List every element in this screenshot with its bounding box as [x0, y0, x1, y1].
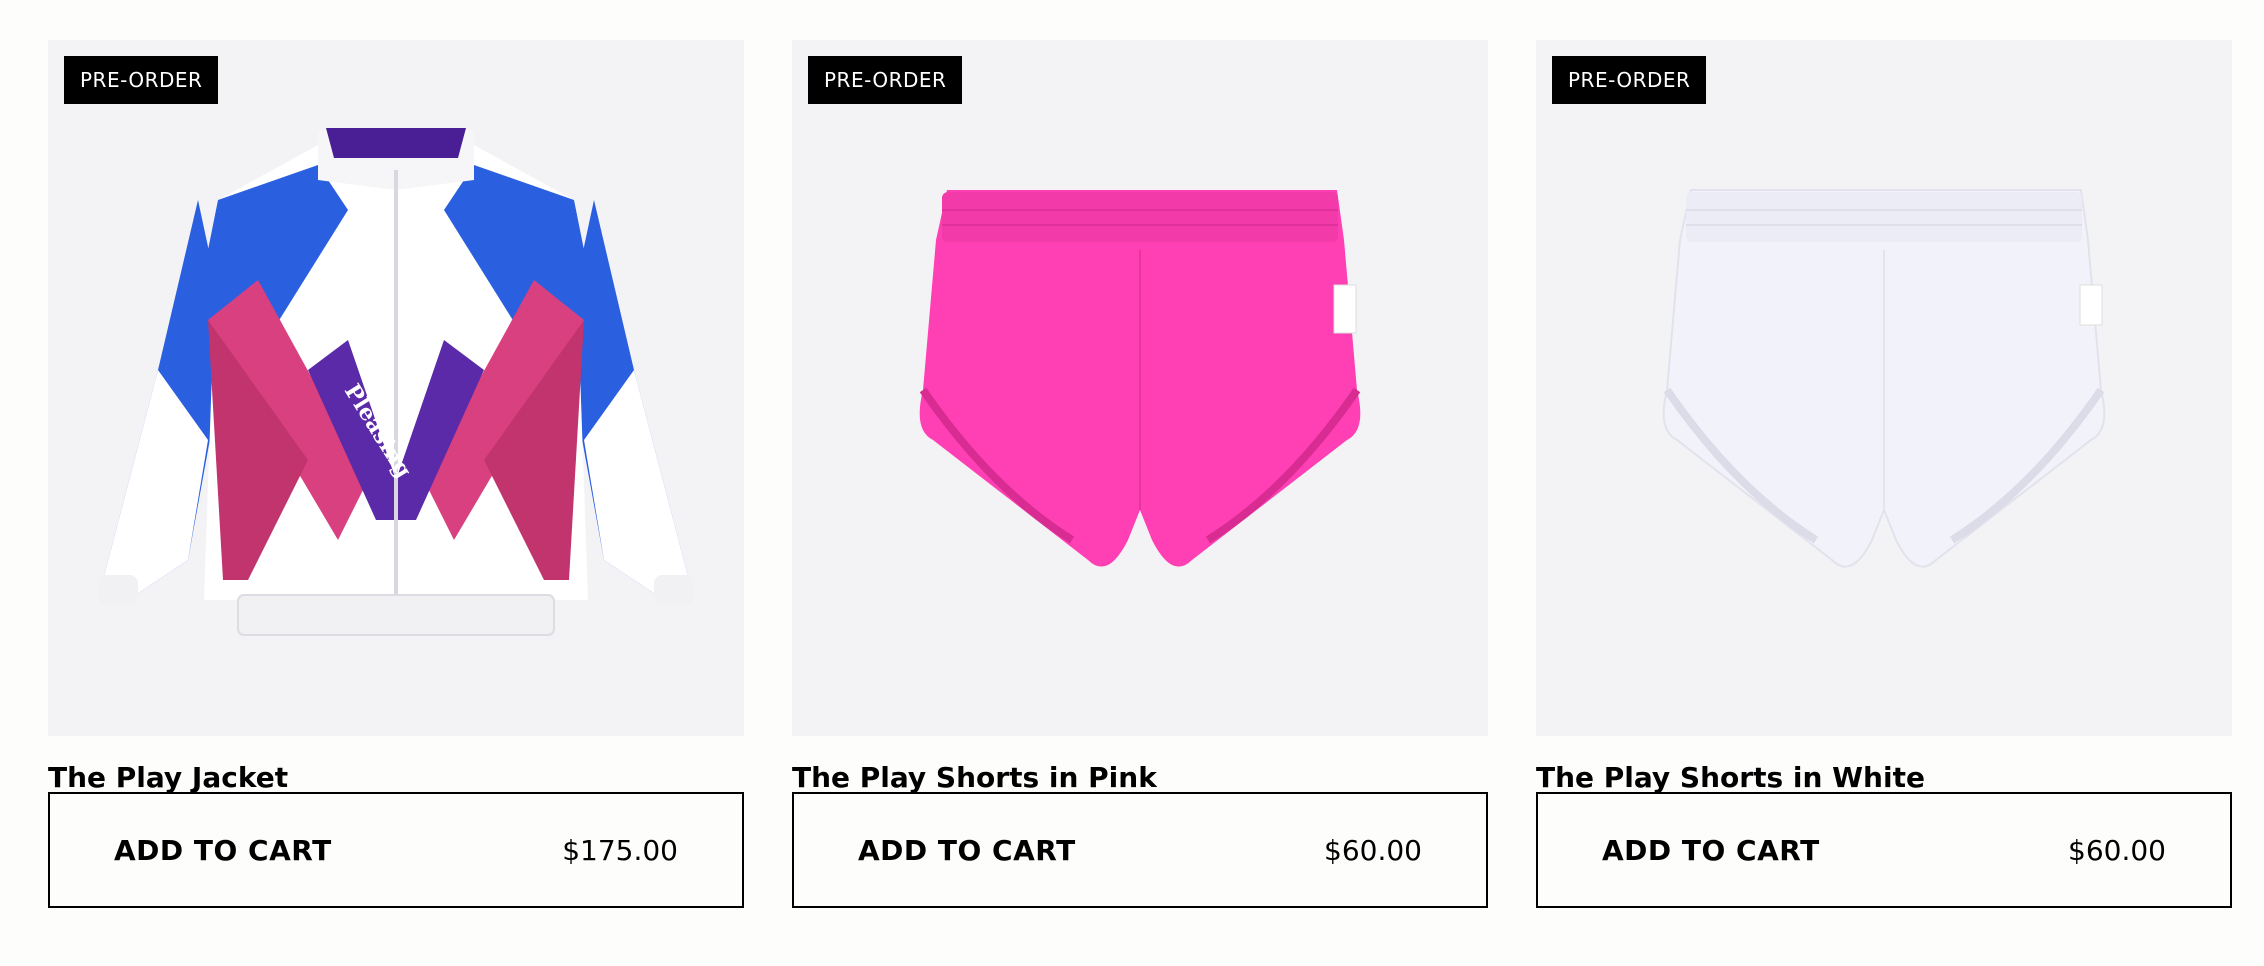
add-to-cart-label: ADD TO CART — [858, 833, 1076, 867]
product-image-link[interactable]: PRE-ORDER — [1536, 40, 2232, 736]
add-to-cart-button[interactable]: ADD TO CART $60.00 — [792, 792, 1488, 908]
product-image-link[interactable]: Pleasing PRE-ORDER — [48, 40, 744, 736]
product-image-link[interactable]: PRE-ORDER — [792, 40, 1488, 736]
pre-order-badge: PRE-ORDER — [64, 56, 219, 104]
pre-order-badge: PRE-ORDER — [808, 56, 963, 104]
white-shorts-icon — [1662, 189, 2106, 568]
jacket-icon: Pleasing — [98, 128, 694, 636]
product-title[interactable]: The Play Shorts in Pink — [792, 760, 1488, 796]
product-price: $60.00 — [2068, 833, 2166, 867]
add-to-cart-button[interactable]: ADD TO CART $175.00 — [48, 792, 744, 908]
pink-shorts-icon — [919, 190, 1361, 567]
product-card: PRE-ORDER The Play Shorts in White — [1536, 40, 2232, 796]
product-title[interactable]: The Play Shorts in White — [1536, 760, 2232, 796]
product-card: Pleasing PRE-ORDER The Play Jacket — [48, 40, 744, 796]
add-to-cart-button[interactable]: ADD TO CART $60.00 — [1536, 792, 2232, 908]
add-to-cart-label: ADD TO CART — [114, 833, 332, 867]
pre-order-badge: PRE-ORDER — [1552, 56, 1707, 104]
product-card: PRE-ORDER The Play Shorts in Pink — [792, 40, 1488, 796]
add-to-cart-label: ADD TO CART — [1602, 833, 1820, 867]
product-price: $175.00 — [562, 833, 678, 867]
product-price: $60.00 — [1324, 833, 1422, 867]
product-title[interactable]: The Play Jacket — [48, 760, 744, 796]
